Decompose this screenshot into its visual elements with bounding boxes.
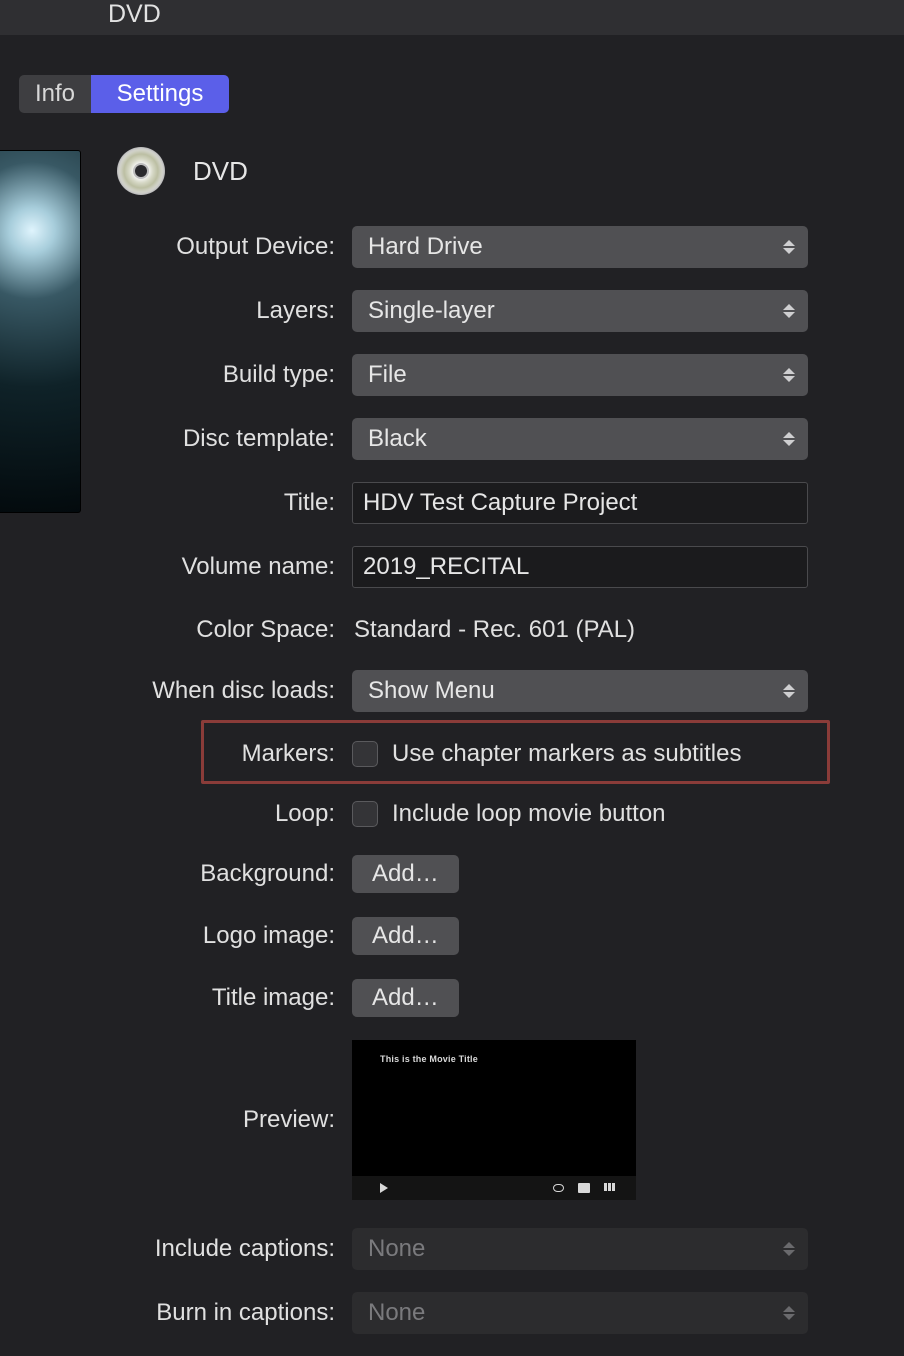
chevrons-icon [780, 1236, 798, 1262]
tab-settings[interactable]: Settings [91, 75, 229, 113]
disc-template-label: Disc template: [0, 425, 352, 453]
markers-checkbox-label: Use chapter markers as subtitles [392, 740, 741, 768]
chevrons-icon [780, 234, 798, 260]
volume-name-label: Volume name: [0, 553, 352, 581]
include-captions-label: Include captions: [0, 1235, 352, 1263]
subtitle-icon[interactable] [578, 1183, 590, 1193]
tab-info[interactable]: Info [19, 75, 91, 113]
chapters-icon[interactable] [604, 1183, 618, 1193]
when-disc-loads-value: Show Menu [368, 677, 495, 705]
preview-label: Preview: [0, 1106, 352, 1134]
markers-checkbox[interactable] [352, 741, 378, 767]
burn-in-captions-select[interactable]: None [352, 1292, 808, 1334]
burn-in-captions-value: None [368, 1299, 425, 1327]
title-input[interactable] [352, 482, 808, 524]
layers-label: Layers: [0, 297, 352, 325]
output-device-label: Output Device: [0, 233, 352, 261]
background-label: Background: [0, 860, 352, 888]
include-captions-value: None [368, 1235, 425, 1263]
header-title: DVD [108, 0, 161, 29]
build-type-label: Build type: [0, 361, 352, 389]
loop-icon[interactable] [553, 1184, 564, 1192]
title-label: Title: [0, 489, 352, 517]
title-image-add-button[interactable]: Add… [352, 979, 459, 1017]
play-icon[interactable] [380, 1183, 388, 1193]
chevrons-icon [780, 298, 798, 324]
build-type-value: File [368, 361, 407, 389]
layers-select[interactable]: Single-layer [352, 290, 808, 332]
logo-image-label: Logo image: [0, 922, 352, 950]
chevrons-icon [780, 1300, 798, 1326]
volume-name-input[interactable] [352, 546, 808, 588]
dvd-icon [117, 147, 165, 195]
loop-label: Loop: [0, 800, 352, 828]
background-add-button[interactable]: Add… [352, 855, 459, 893]
when-disc-loads-select[interactable]: Show Menu [352, 670, 808, 712]
header: DVD [0, 0, 904, 35]
when-disc-loads-label: When disc loads: [0, 677, 352, 705]
burn-in-captions-label: Burn in captions: [0, 1299, 352, 1327]
section-header: DVD [0, 146, 904, 196]
color-space-value: Standard - Rec. 601 (PAL) [352, 616, 635, 644]
color-space-label: Color Space: [0, 616, 352, 644]
title-image-label: Title image: [0, 984, 352, 1012]
tab-bar: Info Settings [19, 75, 229, 113]
preview-inner-title: This is the Movie Title [380, 1054, 478, 1064]
output-device-value: Hard Drive [368, 233, 483, 261]
preview-player[interactable]: This is the Movie Title [352, 1040, 636, 1200]
include-captions-select[interactable]: None [352, 1228, 808, 1270]
layers-value: Single-layer [368, 297, 495, 325]
disc-template-value: Black [368, 425, 427, 453]
build-type-select[interactable]: File [352, 354, 808, 396]
logo-image-add-button[interactable]: Add… [352, 917, 459, 955]
loop-checkbox[interactable] [352, 801, 378, 827]
loop-checkbox-label: Include loop movie button [392, 800, 666, 828]
chevrons-icon [780, 678, 798, 704]
chevrons-icon [780, 362, 798, 388]
disc-template-select[interactable]: Black [352, 418, 808, 460]
settings-form: DVD Output Device: Hard Drive Layers: Si… [0, 146, 904, 1356]
output-device-select[interactable]: Hard Drive [352, 226, 808, 268]
markers-label: Markers: [0, 740, 352, 768]
chevrons-icon [780, 426, 798, 452]
section-title: DVD [193, 156, 248, 187]
preview-controls [352, 1176, 636, 1200]
